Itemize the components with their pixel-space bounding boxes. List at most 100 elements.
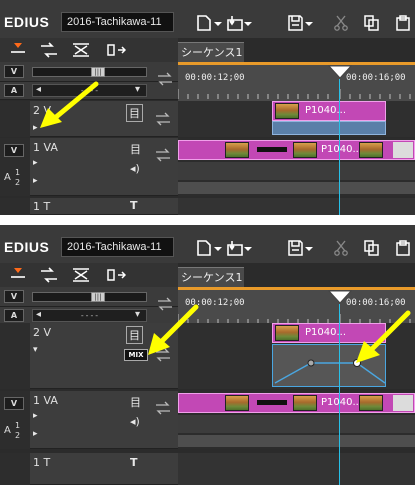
video-lock-badge[interactable]: V — [4, 65, 24, 78]
set-in-out-icon[interactable] — [10, 267, 26, 283]
track-settings-icon[interactable]: 目 — [130, 141, 141, 157]
open-button[interactable] — [227, 12, 253, 34]
track-settings-icon[interactable]: 目 — [126, 104, 143, 122]
track-lane-1t[interactable] — [178, 198, 415, 215]
audio-waveform-lane[interactable] — [178, 415, 415, 433]
speaker-icon[interactable]: ◂) — [130, 162, 140, 175]
a-channel-sub-2: 2 — [15, 178, 21, 187]
cut-button[interactable] — [334, 237, 360, 259]
playhead-marker-icon[interactable] — [328, 290, 352, 304]
timeline-panel-before: EDIUS 2016-Tachikawa-11 シーケンス1 V ||| A ◂… — [0, 0, 415, 215]
timeline-clip-va[interactable]: P1040... — [178, 140, 415, 160]
copy-icon — [364, 240, 379, 256]
audio-mode-select[interactable]: ---- — [32, 309, 147, 322]
timeline-clip-v2[interactable]: P1040... — [272, 101, 386, 121]
audio-channel-a12[interactable]: A 1 2 — [4, 421, 28, 445]
open-button[interactable] — [227, 237, 253, 259]
new-sequence-button[interactable] — [197, 12, 223, 34]
clip-transition-mark — [393, 142, 413, 158]
master-volume-slider[interactable]: ||| — [32, 292, 147, 302]
set-in-out-icon[interactable] — [10, 42, 26, 58]
caret-down-icon[interactable]: ▾ — [135, 84, 140, 95]
a-channel-sub-1: 1 — [15, 421, 21, 430]
master-volume-slider[interactable]: ||| — [32, 67, 147, 77]
tab-bar-bg — [244, 267, 415, 287]
sync-arrows-icon[interactable] — [155, 148, 173, 162]
cut-button[interactable] — [334, 12, 360, 34]
clip-thumbnail — [275, 103, 299, 119]
sync-lock-icon[interactable] — [72, 267, 90, 283]
scissors-icon — [334, 15, 348, 31]
track-header-1t[interactable]: 1 T T — [30, 453, 178, 485]
slider-knob[interactable]: ||| — [91, 292, 105, 302]
expand-arrow-icon[interactable]: ▸ — [33, 176, 38, 186]
track-settings-icon[interactable]: 目 — [126, 326, 143, 344]
expand-arrow-icon[interactable]: ▸ — [33, 123, 38, 133]
slider-knob[interactable]: ||| — [91, 67, 105, 77]
paste-button[interactable] — [396, 237, 415, 259]
sync-arrows-icon[interactable] — [155, 112, 173, 126]
expand-arrow-icon[interactable]: ▸ — [33, 429, 38, 439]
audio-waveform-lane[interactable] — [178, 162, 415, 180]
sync-arrows-icon[interactable] — [157, 72, 173, 86]
project-name-field[interactable]: 2016-Tachikawa-11 — [61, 237, 174, 257]
audio-sublane[interactable] — [178, 182, 415, 194]
track-settings-icon[interactable]: 目 — [130, 394, 141, 410]
caret-left-icon[interactable]: ◂ — [36, 309, 41, 320]
track-header-1t[interactable]: 1 T T — [30, 198, 178, 215]
audio-sublane[interactable] — [178, 435, 415, 447]
video-lock-badge[interactable]: V — [4, 290, 24, 303]
va-lock-badge[interactable]: V — [4, 397, 24, 410]
track-lane-1t[interactable] — [178, 453, 415, 485]
new-sequence-button[interactable] — [197, 237, 223, 259]
audio-lock-badge[interactable]: A — [4, 309, 24, 322]
mix-bar-collapsed[interactable] — [272, 121, 386, 135]
title-track-icon[interactable]: T — [130, 456, 138, 469]
collapse-arrow-icon[interactable]: ▾ — [33, 345, 38, 355]
clip-thumbnail — [225, 395, 249, 411]
track-side-1t — [0, 453, 30, 485]
link-clips-icon[interactable] — [106, 42, 126, 58]
sync-arrows-icon[interactable] — [155, 401, 173, 415]
caret-down-icon[interactable]: ▾ — [135, 309, 140, 320]
track-header-1va[interactable]: 1 VA 目 ◂) ▸ ▸ — [30, 138, 178, 196]
save-button[interactable] — [288, 12, 314, 34]
va-lock-badge[interactable]: V — [4, 144, 24, 157]
link-clips-icon[interactable] — [106, 267, 126, 283]
ripple-mode-icon[interactable] — [40, 42, 58, 58]
audio-channel-a12[interactable]: A 1 2 — [4, 168, 28, 192]
clip-thumbnail — [293, 142, 317, 158]
project-name-field[interactable]: 2016-Tachikawa-11 — [61, 12, 174, 32]
title-track-icon[interactable]: T — [130, 199, 138, 212]
timeline-clip-va[interactable]: P1040... — [178, 393, 415, 413]
playhead-marker-icon[interactable] — [328, 65, 352, 79]
track-label-1va: 1 VA — [33, 394, 58, 407]
playhead-line[interactable] — [339, 79, 340, 215]
track-side-1t — [0, 198, 30, 215]
chevron-down-icon — [305, 247, 313, 251]
tab-sequence1[interactable]: シーケンス1 — [178, 267, 244, 287]
tab-sequence1[interactable]: シーケンス1 — [178, 42, 244, 62]
expand-arrow-icon[interactable]: ▸ — [33, 411, 38, 421]
keyframe-point[interactable] — [307, 359, 315, 367]
copy-button[interactable] — [364, 12, 390, 34]
audio-mode-label: ---- — [79, 311, 100, 320]
audio-lock-badge[interactable]: A — [4, 84, 24, 97]
paste-button[interactable] — [396, 12, 415, 34]
timecode-right: 00:00:16;00 — [346, 73, 406, 83]
save-icon — [288, 15, 303, 31]
sync-lock-icon[interactable] — [72, 42, 90, 58]
speaker-icon[interactable]: ◂) — [130, 415, 140, 428]
video-header-row: V ||| — [0, 62, 178, 82]
tab-bar-bg — [244, 42, 415, 62]
expand-arrow-icon[interactable]: ▸ — [33, 158, 38, 168]
toolbar: EDIUS 2016-Tachikawa-11 — [0, 0, 415, 38]
track-header-1va[interactable]: 1 VA 目 ◂) ▸ ▸ — [30, 391, 178, 449]
chevron-down-icon — [244, 247, 252, 251]
ripple-mode-icon[interactable] — [40, 267, 58, 283]
playhead-line[interactable] — [339, 304, 340, 485]
time-ruler[interactable]: 00:00:12;00 00:00:16;00 — [178, 65, 415, 101]
save-button[interactable] — [288, 237, 314, 259]
paste-icon — [396, 15, 410, 31]
copy-button[interactable] — [364, 237, 390, 259]
